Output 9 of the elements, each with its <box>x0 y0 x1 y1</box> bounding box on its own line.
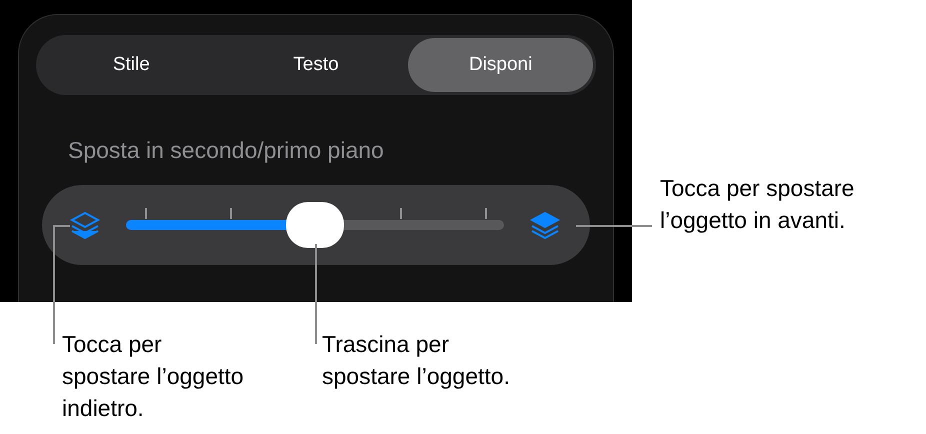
segment-tab[interactable]: Stile <box>39 38 224 92</box>
section-title: Sposta in secondo/primo piano <box>68 137 385 165</box>
slider-track[interactable] <box>126 202 504 248</box>
segment-tab[interactable]: Testo <box>224 38 408 92</box>
slider-thumb[interactable] <box>286 202 344 248</box>
segment-tab[interactable]: Disponi <box>408 38 594 92</box>
callout-text: Tocca per spostare l’oggetto indietro. <box>62 330 244 423</box>
callout-text: Trascina per spostare l’oggetto. <box>322 330 510 391</box>
callout-text: Tocca per spostare l’oggetto in avanti. <box>660 174 854 235</box>
